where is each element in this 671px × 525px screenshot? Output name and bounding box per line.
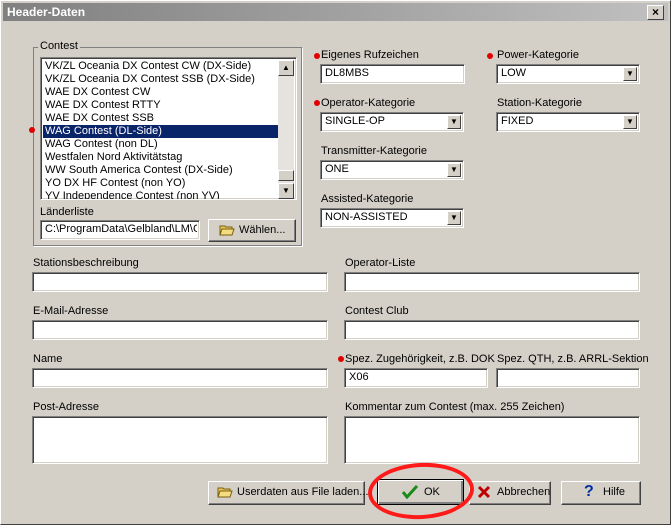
folder-open-icon	[219, 223, 235, 240]
waehlen-button[interactable]: Wählen...	[208, 219, 296, 242]
rufzeichen-label: Eigenes Rufzeichen	[321, 49, 419, 61]
contest-list-item[interactable]: WW South America Contest (DX-Side)	[43, 164, 281, 177]
operator-value: SINGLE-OP	[325, 115, 385, 127]
chevron-down-icon[interactable]: ▼	[447, 163, 461, 177]
cancel-x-icon	[477, 485, 491, 502]
required-marker-dok	[338, 356, 344, 362]
operator-label: Operator-Kategorie	[321, 97, 416, 109]
stationsbeschreibung-label: Stationsbeschreibung	[33, 257, 139, 269]
club-label: Contest Club	[345, 305, 409, 317]
station-select[interactable]: FIXED ▼	[496, 112, 640, 132]
required-marker-operator	[314, 100, 320, 106]
contest-list-item[interactable]: WAE DX Contest CW	[43, 86, 281, 99]
stationsbeschreibung-input[interactable]	[32, 272, 328, 292]
rufzeichen-input[interactable]: DL8MBS	[320, 64, 465, 84]
chevron-down-icon[interactable]: ▼	[447, 115, 461, 129]
contest-list-item[interactable]: YV Independence Contest (non YV)	[43, 190, 281, 199]
userdaten-laden-button[interactable]: Userdaten aus File laden...	[208, 481, 369, 505]
scroll-up-icon: ▲	[282, 63, 290, 72]
userdaten-laden-label: Userdaten aus File laden...	[237, 486, 369, 498]
dok-input[interactable]: X06	[344, 368, 488, 388]
rufzeichen-value: DL8MBS	[325, 67, 370, 79]
operator-liste-label: Operator-Liste	[345, 257, 416, 269]
contest-list-item[interactable]: WAG Contest (DL-Side)	[43, 125, 281, 138]
scroll-down-button[interactable]: ▼	[278, 183, 294, 199]
laenderliste-input[interactable]: C:\ProgramData\Gelbland\LM\C	[40, 220, 200, 240]
close-icon: ×	[651, 5, 659, 19]
scroll-thumb[interactable]	[278, 170, 294, 181]
window-title: Header-Daten	[7, 5, 86, 19]
contest-list-item[interactable]: VK/ZL Oceania DX Contest SSB (DX-Side)	[43, 73, 281, 86]
club-input[interactable]	[344, 320, 640, 340]
assisted-select[interactable]: NON-ASSISTED ▼	[320, 208, 464, 228]
dok-label: Spez. Zugehörigkeit, z.B. DOK	[345, 353, 495, 365]
email-input[interactable]	[32, 320, 328, 340]
laenderliste-label: Länderliste	[40, 206, 94, 218]
contest-list-item[interactable]: YO DX HF Contest (non YO)	[43, 177, 281, 190]
qth-label: Spez. QTH, z.B. ARRL-Sektion	[497, 353, 649, 365]
required-marker-power	[487, 53, 493, 59]
name-input[interactable]	[32, 368, 328, 388]
station-value: FIXED	[501, 115, 534, 127]
waehlen-label: Wählen...	[239, 224, 286, 236]
scroll-down-icon: ▼	[282, 186, 290, 195]
power-label: Power-Kategorie	[497, 49, 579, 61]
contest-list-item[interactable]: WAG Contest (non DL)	[43, 138, 281, 151]
contest-list-item[interactable]: WAE DX Contest RTTY	[43, 99, 281, 112]
power-value: LOW	[501, 67, 527, 79]
transmitter-label: Transmitter-Kategorie	[321, 145, 427, 157]
close-button[interactable]: ×	[647, 5, 664, 20]
contest-group-label: Contest	[38, 40, 80, 52]
scroll-up-button[interactable]: ▲	[278, 60, 294, 76]
assisted-label: Assisted-Kategorie	[321, 193, 414, 205]
operator-liste-input[interactable]	[344, 272, 640, 292]
kommentar-textarea[interactable]	[344, 416, 640, 464]
hilfe-button[interactable]: ? Hilfe	[561, 481, 641, 505]
required-marker-rufzeichen	[314, 53, 320, 59]
qth-input[interactable]	[496, 368, 640, 388]
email-label: E-Mail-Adresse	[33, 305, 109, 317]
station-label: Station-Kategorie	[497, 97, 582, 109]
operator-select[interactable]: SINGLE-OP ▼	[320, 112, 464, 132]
chevron-down-icon[interactable]: ▼	[447, 211, 461, 225]
contest-listbox[interactable]: VK/ZL Oceania DX Contest CW (DX-Side) VK/…	[40, 57, 297, 200]
abbrechen-label: Abbrechen	[497, 486, 551, 498]
chevron-down-icon[interactable]: ▼	[623, 115, 637, 129]
power-select[interactable]: LOW ▼	[496, 64, 640, 84]
name-label: Name	[33, 353, 63, 365]
laenderliste-value: C:\ProgramData\Gelbland\LM\C	[45, 223, 197, 235]
chevron-down-icon[interactable]: ▼	[623, 67, 637, 81]
abbrechen-button[interactable]: Abbrechen	[469, 481, 551, 505]
contest-list-item[interactable]: VK/ZL Oceania DX Contest CW (DX-Side)	[43, 60, 281, 73]
kommentar-label: Kommentar zum Contest (max. 255 Zeichen)	[345, 401, 565, 413]
folder-open-icon	[217, 485, 233, 502]
transmitter-select[interactable]: ONE ▼	[320, 160, 464, 180]
assisted-value: NON-ASSISTED	[325, 211, 408, 223]
hilfe-label: Hilfe	[603, 486, 626, 498]
contest-list-item[interactable]: Westfalen Nord Aktivitätstag	[43, 151, 281, 164]
required-marker-contest	[29, 127, 35, 133]
transmitter-value: ONE	[325, 163, 349, 175]
dok-value: X06	[349, 371, 369, 383]
contest-list-item[interactable]: WAE DX Contest SSB	[43, 112, 281, 125]
post-textarea[interactable]	[32, 416, 328, 464]
contest-scrollbar[interactable]: ▲ ▼	[278, 60, 294, 199]
help-question-icon: ?	[584, 483, 594, 500]
title-bar[interactable]: Header-Daten ×	[3, 3, 668, 21]
post-label: Post-Adresse	[33, 401, 100, 413]
